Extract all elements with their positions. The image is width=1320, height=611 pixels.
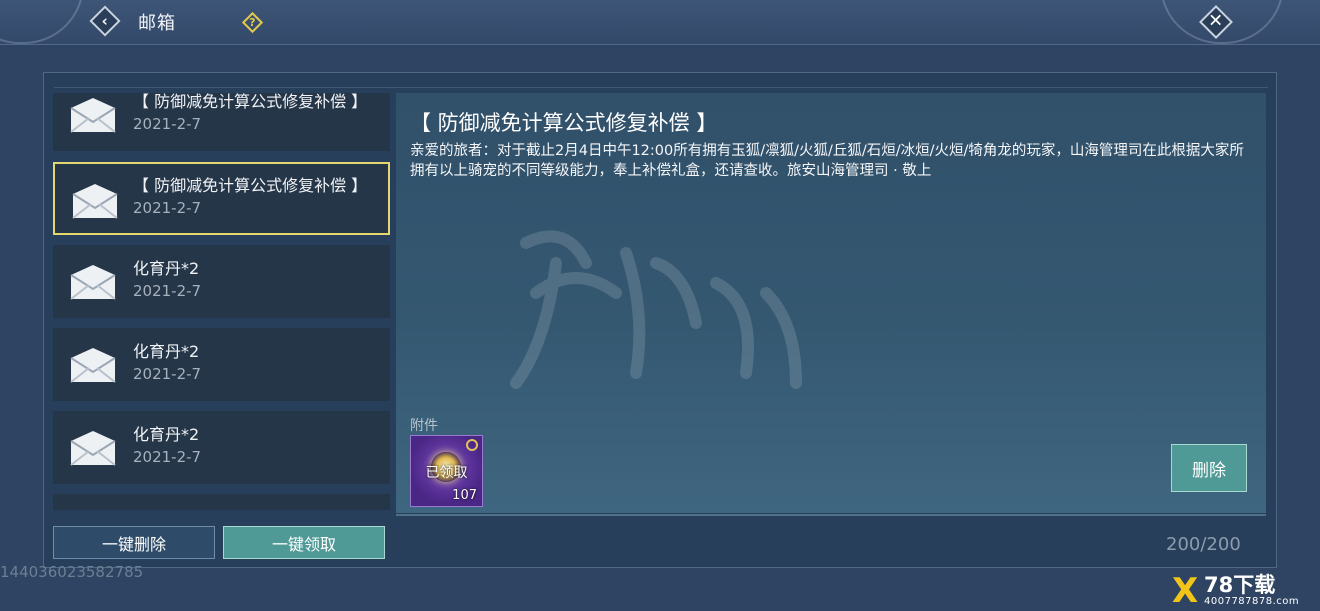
mail-date: 2021-2-7: [133, 448, 202, 466]
mail-list-item[interactable]: 化育丹*2 2021-2-7: [53, 328, 390, 401]
mail-title: 化育丹*2: [133, 342, 200, 361]
attachment-item-slot[interactable]: 已领取 107: [410, 435, 483, 507]
envelope-icon: [72, 184, 118, 219]
close-icon: ✕: [1199, 5, 1233, 39]
user-id: 144036023582785: [0, 563, 144, 581]
back-button[interactable]: ‹: [87, 3, 123, 39]
envelope-icon: [70, 98, 116, 133]
mail-counter: 200/200: [1166, 534, 1241, 555]
panel-divider: [54, 87, 1268, 88]
top-bar: ‹ 邮箱 ? ✕: [0, 0, 1320, 45]
chain-link-icon: [466, 439, 478, 451]
envelope-icon: [70, 431, 116, 466]
mail-title: 【 防御减免计算公式修复补偿 】: [133, 176, 368, 195]
mail-date: 2021-2-7: [133, 365, 202, 383]
mail-date: 2021-2-7: [133, 282, 202, 300]
question-icon: ?: [241, 11, 263, 33]
envelope-icon: [70, 265, 116, 300]
brush-watermark: [510, 230, 802, 389]
x-logo-icon: X: [1172, 571, 1199, 611]
mail-detail-title: 【 防御减免计算公式修复补偿 】: [410, 111, 718, 135]
item-count: 107: [452, 488, 477, 503]
attachment-label: 附件: [410, 418, 438, 434]
logo-url: 4007787878.com: [1204, 596, 1300, 607]
mail-detail: 【 防御减免计算公式修复补偿 】 亲爱的旅者：对于截止2月4日中午12:00所有…: [396, 93, 1266, 513]
mail-list-item[interactable]: 化育丹*2 2021-2-7: [53, 245, 390, 318]
delete-all-button[interactable]: 一键删除: [53, 526, 215, 559]
delete-button[interactable]: 删除: [1171, 444, 1247, 492]
site-logo: X 78下载 4007787878.com: [1170, 573, 1320, 609]
mail-list-item[interactable]: 【 防御减免计算公式修复补偿 】 2021-2-7: [53, 93, 390, 151]
mail-list-item[interactable]: 化育丹*2 2021-2-7: [53, 411, 390, 484]
claimed-status: 已领取: [425, 465, 468, 481]
detail-divider: [396, 514, 1266, 516]
mail-date: 2021-2-7: [133, 199, 202, 217]
claim-all-button[interactable]: 一键领取: [223, 526, 385, 559]
mail-title: 化育丹*2: [133, 425, 200, 444]
help-button[interactable]: ?: [241, 11, 263, 33]
close-button[interactable]: ✕: [1196, 2, 1236, 42]
chevron-left-icon: ‹: [89, 5, 121, 37]
mail-date: 2021-2-7: [133, 115, 202, 133]
mail-title: 【 防御减免计算公式修复补偿 】: [133, 93, 368, 111]
logo-name: 78下载: [1204, 573, 1276, 597]
page-title: 邮箱: [138, 13, 176, 34]
mail-title: 化育丹*2: [133, 259, 200, 278]
mail-list[interactable]: 【 防御减免计算公式修复补偿 】 2021-2-7 【 防御减免计算公式修复补偿…: [53, 93, 390, 510]
envelope-icon: [70, 348, 116, 383]
corner-decoration: [0, 0, 84, 44]
mail-list-item-selected[interactable]: 【 防御减免计算公式修复补偿 】 2021-2-7: [53, 162, 390, 235]
mail-list-item[interactable]: [53, 494, 390, 510]
mail-detail-body: 亲爱的旅者：对于截止2月4日中午12:00所有拥有玉狐/凛狐/火狐/丘狐/石烜/…: [410, 143, 1244, 179]
